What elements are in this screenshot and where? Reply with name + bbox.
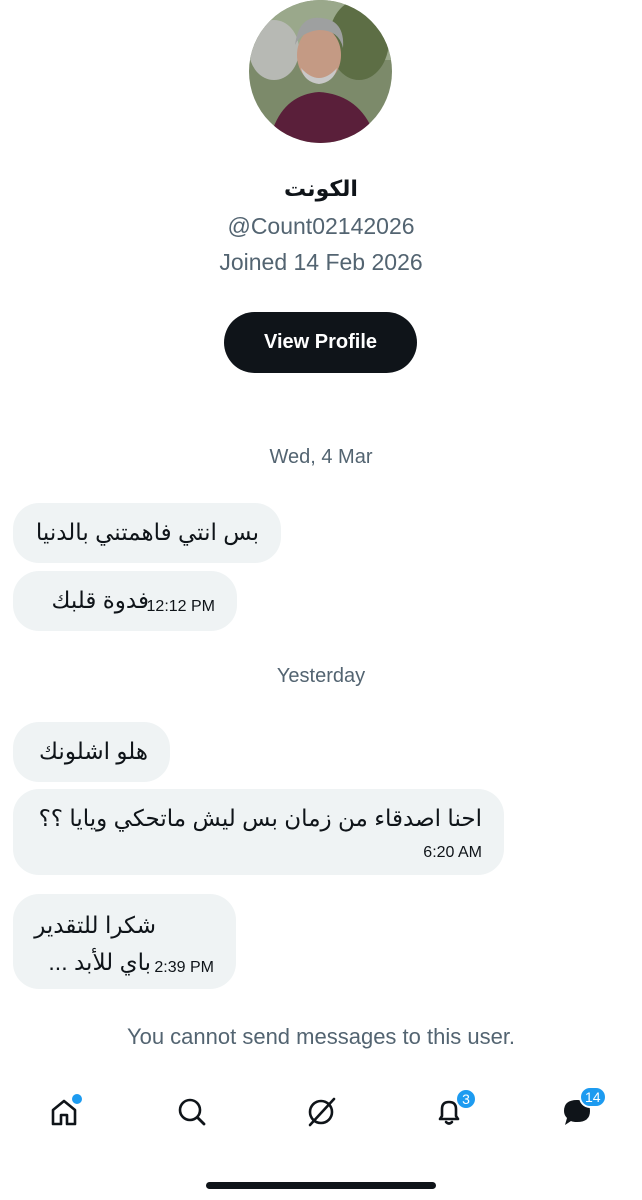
cannot-message-notice: You cannot send messages to this user. bbox=[126, 1024, 516, 1049]
day-separator: Yesterday bbox=[276, 665, 366, 687]
message-time: 2:39 PM bbox=[154, 959, 214, 976]
profile-joined-date: Joined 14 Feb 2026 bbox=[219, 249, 423, 275]
grok-icon bbox=[308, 1097, 336, 1127]
message-bubble[interactable]: بس انتي فاهمتني بالدنيا bbox=[13, 503, 281, 563]
message-bubble[interactable]: احنا اصدقاء من زمان بس ليش ماتحكي ويايا … bbox=[13, 789, 504, 875]
message-text: هلو اشلونك bbox=[39, 738, 148, 764]
tab-notifications[interactable]: 3 bbox=[427, 1088, 477, 1134]
tab-messages[interactable]: 14 bbox=[555, 1086, 607, 1134]
tab-grok[interactable] bbox=[299, 1090, 343, 1134]
home-indicator bbox=[206, 1182, 436, 1189]
message-text-line: باي للأبد ... bbox=[48, 949, 151, 975]
message-time: 12:12 PM bbox=[146, 598, 215, 615]
notifications-badge: 3 bbox=[455, 1088, 477, 1110]
message-bubble[interactable]: هلو اشلونك bbox=[13, 722, 170, 782]
profile-handle: @Count02142026 bbox=[227, 213, 415, 239]
bottom-tab-bar: 3 14 bbox=[0, 1080, 642, 1144]
message-time: 6:20 AM bbox=[423, 844, 482, 861]
profile-avatar[interactable] bbox=[249, 0, 392, 143]
tab-home[interactable] bbox=[42, 1090, 86, 1134]
message-bubble[interactable]: فدوة قلبك 12:12 PM bbox=[13, 571, 237, 631]
message-text: احنا اصدقاء من زمان بس ليش ماتحكي ويايا … bbox=[38, 805, 482, 831]
message-text: بس انتي فاهمتني بالدنيا bbox=[35, 519, 259, 545]
day-separator: Wed, 4 Mar bbox=[269, 446, 373, 468]
message-text-line: شكرا للتقدير bbox=[34, 912, 156, 938]
home-unread-dot bbox=[70, 1092, 84, 1106]
search-icon bbox=[178, 1098, 206, 1126]
view-profile-button[interactable]: View Profile bbox=[224, 312, 417, 373]
message-text: فدوة قلبك bbox=[51, 587, 149, 613]
messages-badge: 14 bbox=[579, 1086, 607, 1108]
avatar-photo bbox=[249, 0, 392, 143]
profile-name: الكونت bbox=[284, 176, 358, 201]
message-bubble[interactable]: شكرا للتقدير باي للأبد ... 2:39 PM bbox=[13, 894, 236, 989]
tab-search[interactable] bbox=[170, 1090, 214, 1134]
